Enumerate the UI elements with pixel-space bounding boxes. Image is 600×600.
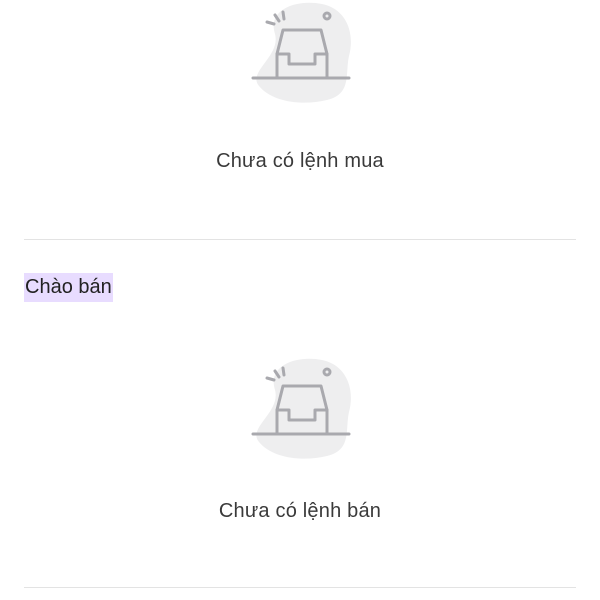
sell-section-title: Chào bán <box>24 273 113 302</box>
section-divider <box>24 239 576 240</box>
empty-inbox-icon <box>237 0 367 104</box>
section-divider <box>24 587 576 588</box>
empty-inbox-icon <box>237 350 367 460</box>
sell-empty-message: Chưa có lệnh bán <box>218 500 382 522</box>
buy-empty-message: Chưa có lệnh mua <box>216 150 384 172</box>
